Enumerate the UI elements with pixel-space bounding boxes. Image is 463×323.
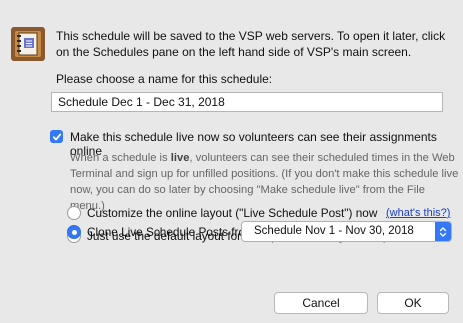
chevron-updown-icon <box>435 222 451 241</box>
checkmark-icon <box>52 133 61 140</box>
intro-text: This schedule will be saved to the VSP w… <box>56 29 446 59</box>
clone-source-select[interactable]: Schedule Nov 1 - Nov 30, 2018 <box>241 221 452 242</box>
schedule-name-input[interactable] <box>51 92 443 112</box>
ok-button[interactable]: OK <box>377 292 449 314</box>
name-prompt-label: Please choose a name for this schedule: <box>56 72 273 86</box>
customize-layout-label[interactable]: Customize the online layout ("Live Sched… <box>87 206 377 220</box>
clone-source-value: Schedule Nov 1 - Nov 30, 2018 <box>254 225 414 237</box>
live-description-start: When a schedule is <box>70 152 171 164</box>
cancel-button[interactable]: Cancel <box>274 292 368 314</box>
clone-posts-label[interactable]: Clone Live Schedule Posts from <box>87 225 255 239</box>
vsp-app-icon <box>10 26 46 62</box>
customize-layout-radio[interactable] <box>67 206 81 220</box>
whats-this-link[interactable]: (what's this?) <box>386 207 450 219</box>
live-emphasis: live <box>170 152 190 164</box>
clone-posts-radio[interactable] <box>67 225 81 239</box>
live-description: When a schedule is live, volunteers can … <box>70 150 460 214</box>
make-live-checkbox[interactable] <box>50 130 63 143</box>
